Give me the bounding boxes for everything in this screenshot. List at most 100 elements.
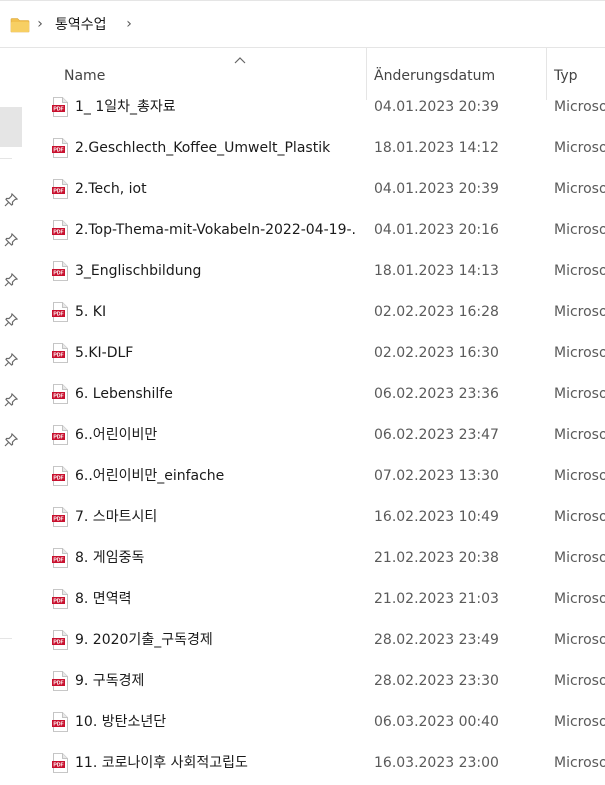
file-name: 8. 면역력 — [75, 591, 132, 607]
file-row[interactable]: PDF 10. 방탄소년단 06.03.2023 00:40 Microsoft — [30, 703, 605, 744]
file-modified-date: 07.02.2023 13:30 — [374, 468, 499, 484]
pin-icon[interactable] — [4, 233, 18, 247]
file-type: Microsoft — [554, 673, 605, 689]
file-row[interactable]: PDF 7. 스마트시티 16.02.2023 10:49 Microsoft — [30, 498, 605, 539]
file-name: 11. 코로나이후 사회적고립도 — [75, 755, 248, 771]
file-name: 7. 스마트시티 — [75, 509, 158, 525]
column-header-name[interactable]: Name — [64, 68, 105, 84]
pdf-file-icon: PDF — [52, 507, 68, 527]
file-name: 6..어린이비만 — [75, 427, 158, 443]
svg-text:PDF: PDF — [53, 107, 63, 113]
svg-text:PDF: PDF — [53, 148, 63, 154]
svg-text:PDF: PDF — [53, 435, 63, 441]
file-type: Microsoft — [554, 714, 605, 730]
svg-text:PDF: PDF — [53, 189, 63, 195]
file-type: Microsoft — [554, 99, 605, 115]
svg-text:PDF: PDF — [53, 722, 63, 728]
pin-icon[interactable] — [4, 353, 18, 367]
nav-selected-item[interactable] — [0, 107, 22, 147]
file-modified-date: 18.01.2023 14:12 — [374, 140, 499, 156]
file-name: 9. 2020기출_구독경제 — [75, 632, 213, 648]
file-row[interactable]: PDF 5. KI 02.02.2023 16:28 Microsoft — [30, 293, 605, 334]
nav-divider — [0, 638, 12, 639]
pin-icon[interactable] — [4, 273, 18, 287]
svg-text:PDF: PDF — [53, 558, 63, 564]
file-modified-date: 02.02.2023 16:28 — [374, 304, 499, 320]
file-modified-date: 06.02.2023 23:47 — [374, 427, 499, 443]
svg-text:PDF: PDF — [53, 599, 63, 605]
file-modified-date: 16.03.2023 23:00 — [374, 755, 499, 771]
pdf-file-icon: PDF — [52, 261, 68, 281]
file-type: Microsoft — [554, 509, 605, 525]
file-type: Microsoft — [554, 222, 605, 238]
file-name: 5. KI — [75, 304, 107, 320]
file-modified-date: 16.02.2023 10:49 — [374, 509, 499, 525]
file-name: 1_ 1일차_총자료 — [75, 99, 176, 115]
pin-icon[interactable] — [4, 433, 18, 447]
file-name: 6. Lebenshilfe — [75, 386, 173, 402]
file-name: 2.Tech, iot — [75, 181, 147, 197]
file-modified-date: 21.02.2023 20:38 — [374, 550, 499, 566]
file-modified-date: 06.03.2023 00:40 — [374, 714, 499, 730]
file-row[interactable]: PDF 11. 코로나이후 사회적고립도 16.03.2023 23:00 Mi… — [30, 744, 605, 785]
file-row[interactable]: PDF 6..어린이비만_einfache 07.02.2023 13:30 M… — [30, 457, 605, 498]
file-name: 10. 방탄소년단 — [75, 714, 167, 730]
pdf-file-icon: PDF — [52, 384, 68, 404]
file-name: 2.Top-Thema-mit-Vokabeln-2022-04-19-... — [75, 222, 357, 238]
svg-text:PDF: PDF — [53, 763, 63, 769]
file-row[interactable]: PDF 9. 2020기출_구독경제 28.02.2023 23:49 Micr… — [30, 621, 605, 662]
file-row[interactable]: PDF 1_ 1일차_총자료 04.01.2023 20:39 Microsof… — [30, 88, 605, 129]
address-bar[interactable]: › 통역수업 › — [0, 0, 605, 48]
file-type: Microsoft — [554, 181, 605, 197]
file-name: 3_Englischbildung — [75, 263, 202, 279]
folder-icon — [10, 18, 30, 33]
breadcrumb-chevron-icon[interactable]: › — [35, 15, 45, 33]
column-header-type[interactable]: Typ — [554, 68, 578, 84]
file-row[interactable]: PDF 6..어린이비만 06.02.2023 23:47 Microsoft — [30, 416, 605, 457]
breadcrumb-chevron-icon[interactable]: › — [124, 15, 134, 33]
file-type: Microsoft — [554, 263, 605, 279]
file-modified-date: 04.01.2023 20:39 — [374, 181, 499, 197]
file-modified-date: 04.01.2023 20:39 — [374, 99, 499, 115]
pdf-file-icon: PDF — [52, 220, 68, 240]
column-header-date[interactable]: Änderungsdatum — [374, 68, 495, 84]
file-row[interactable]: PDF 3_Englischbildung 18.01.2023 14:13 M… — [30, 252, 605, 293]
svg-text:PDF: PDF — [53, 476, 63, 482]
pin-icon[interactable] — [4, 193, 18, 207]
svg-text:PDF: PDF — [53, 394, 63, 400]
file-type: Microsoft — [554, 550, 605, 566]
pdf-file-icon: PDF — [52, 343, 68, 363]
svg-text:PDF: PDF — [53, 230, 63, 236]
file-modified-date: 02.02.2023 16:30 — [374, 345, 499, 361]
file-row[interactable]: PDF 2.Geschlecth_Koffee_Umwelt_Plastik 1… — [30, 129, 605, 170]
file-row[interactable]: PDF 6. Lebenshilfe 06.02.2023 23:36 Micr… — [30, 375, 605, 416]
file-modified-date: 18.01.2023 14:13 — [374, 263, 499, 279]
file-row[interactable]: PDF 8. 게임중독 21.02.2023 20:38 Microsoft — [30, 539, 605, 580]
file-modified-date: 28.02.2023 23:49 — [374, 632, 499, 648]
file-row[interactable]: PDF 9. 구독경제 28.02.2023 23:30 Microsoft — [30, 662, 605, 703]
svg-text:PDF: PDF — [53, 353, 63, 359]
file-row[interactable]: PDF 8. 면역력 21.02.2023 21:03 Microsoft — [30, 580, 605, 621]
pin-icon[interactable] — [4, 393, 18, 407]
file-type: Microsoft — [554, 755, 605, 771]
file-row[interactable]: PDF 5.KI-DLF 02.02.2023 16:30 Microsoft — [30, 334, 605, 375]
file-modified-date: 21.02.2023 21:03 — [374, 591, 499, 607]
file-type: Microsoft — [554, 632, 605, 648]
file-row[interactable]: PDF 2.Tech, iot 04.01.2023 20:39 Microso… — [30, 170, 605, 211]
breadcrumb-item-folder[interactable]: 통역수업 — [55, 15, 107, 35]
file-name: 6..어린이비만_einfache — [75, 468, 225, 484]
file-row[interactable]: PDF 2.Top-Thema-mit-Vokabeln-2022-04-19-… — [30, 211, 605, 252]
file-name: 8. 게임중독 — [75, 550, 145, 566]
pin-icon[interactable] — [4, 313, 18, 327]
pdf-file-icon: PDF — [52, 179, 68, 199]
svg-text:PDF: PDF — [53, 312, 63, 318]
sort-ascending-icon — [234, 57, 246, 64]
navigation-pane — [0, 48, 30, 781]
file-type: Microsoft — [554, 386, 605, 402]
file-type: Microsoft — [554, 591, 605, 607]
pdf-file-icon: PDF — [52, 712, 68, 732]
pdf-file-icon: PDF — [52, 97, 68, 117]
pdf-file-icon: PDF — [52, 548, 68, 568]
svg-text:PDF: PDF — [53, 517, 63, 523]
file-type: Microsoft — [554, 304, 605, 320]
